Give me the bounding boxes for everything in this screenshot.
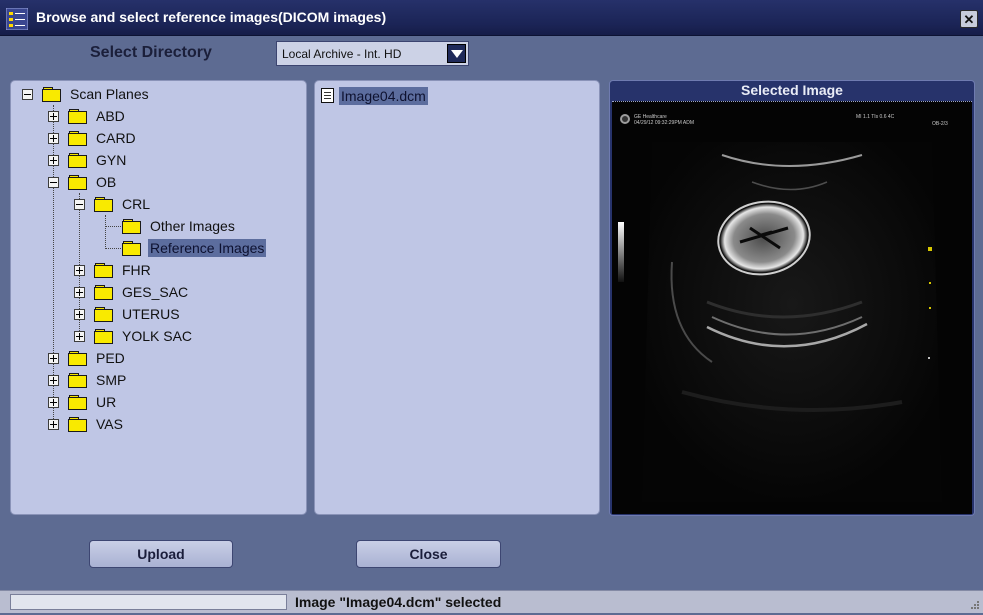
folder-icon	[94, 263, 113, 278]
folder-icon	[68, 395, 87, 410]
status-text: Image "Image04.dcm" selected	[295, 594, 502, 610]
folder-icon	[94, 285, 113, 300]
folder-icon	[68, 153, 87, 168]
tree-item-label: Other Images	[150, 218, 235, 234]
file-name-selected: Image04.dcm	[339, 87, 428, 105]
expand-icon[interactable]	[74, 309, 85, 320]
tree-item-label: UR	[96, 394, 117, 410]
selected-image-title: Selected Image	[741, 82, 843, 98]
directory-dropdown-value: Local Archive - Int. HD	[282, 47, 402, 61]
scan-index-text: MI 1.1 TIs 0.6 4C	[856, 114, 895, 120]
tree-connector	[105, 248, 121, 249]
tree-item-label: PED	[96, 350, 125, 366]
collapse-icon[interactable]	[48, 177, 59, 188]
tree-item-label: ABD	[96, 108, 125, 124]
folder-icon	[94, 329, 113, 344]
folder-icon	[68, 373, 87, 388]
folder-icon	[68, 417, 87, 432]
tree-item-label: OB	[96, 174, 117, 190]
collapse-icon[interactable]	[74, 199, 85, 210]
tree-item-label: SMP	[96, 372, 127, 388]
title-bar: Browse and select reference images(DICOM…	[0, 0, 983, 36]
close-button[interactable]: Close	[356, 540, 501, 568]
tree-item-label-selected: Reference Images	[148, 239, 267, 257]
tree-item-label: CRL	[122, 196, 151, 212]
expand-icon[interactable]	[48, 111, 59, 122]
folder-icon	[122, 219, 141, 234]
progress-bar	[10, 594, 287, 610]
expand-icon[interactable]	[48, 419, 59, 430]
folder-icon	[122, 241, 141, 256]
app-icon	[5, 7, 29, 31]
folder-icon	[68, 351, 87, 366]
tree-item-label: YOLK SAC	[122, 328, 193, 344]
tree-connector	[105, 215, 106, 249]
upload-button[interactable]: Upload	[89, 540, 233, 568]
resize-grip-icon[interactable]	[968, 597, 980, 609]
expand-icon[interactable]	[48, 133, 59, 144]
folder-icon	[42, 87, 61, 102]
document-icon	[321, 88, 334, 103]
directory-dropdown[interactable]: Local Archive - Int. HD	[276, 41, 469, 66]
expand-icon[interactable]	[48, 375, 59, 386]
chevron-down-icon[interactable]	[447, 44, 466, 63]
status-bar: Image "Image04.dcm" selected	[0, 590, 983, 613]
expand-icon[interactable]	[48, 397, 59, 408]
folder-icon	[68, 175, 87, 190]
file-list-panel[interactable]: Image04.dcm	[314, 80, 600, 515]
scan-probe-text: OB-2/3	[932, 121, 948, 127]
scan-datetime-text: 04/29/12 09:32:29PM ADM	[634, 120, 695, 126]
folder-icon	[68, 109, 87, 124]
select-directory-label: Select Directory	[90, 44, 212, 61]
expand-icon[interactable]	[48, 353, 59, 364]
tree-item-label: GES_SAC	[122, 284, 189, 300]
tree-item-label: UTERUS	[122, 306, 180, 322]
ultrasound-image: GE Healthcare 04/29/12 09:32:29PM ADM MI…	[612, 101, 972, 514]
collapse-icon[interactable]	[22, 89, 33, 100]
folder-tree-panel[interactable]: Scan Planes ABD CARD GYN OB CRL Other Im…	[10, 80, 307, 515]
ultrasound-scan-graphic	[612, 102, 972, 514]
selected-image-panel: Selected Image GE Healthcare 04/29/12 09…	[609, 80, 975, 516]
tree-item-label: GYN	[96, 152, 127, 168]
expand-icon[interactable]	[48, 155, 59, 166]
close-icon[interactable]: ✕	[960, 10, 978, 28]
tree-item-label: Scan Planes	[70, 86, 149, 102]
tree-connector	[105, 226, 121, 227]
expand-icon[interactable]	[74, 287, 85, 298]
tree-item-label: CARD	[96, 130, 136, 146]
expand-icon[interactable]	[74, 331, 85, 342]
tree-item-label: FHR	[122, 262, 151, 278]
folder-icon	[68, 131, 87, 146]
folder-icon	[94, 197, 113, 212]
tree-item-label: VAS	[96, 416, 123, 432]
folder-icon	[94, 307, 113, 322]
expand-icon[interactable]	[74, 265, 85, 276]
window-title: Browse and select reference images(DICOM…	[36, 9, 387, 25]
